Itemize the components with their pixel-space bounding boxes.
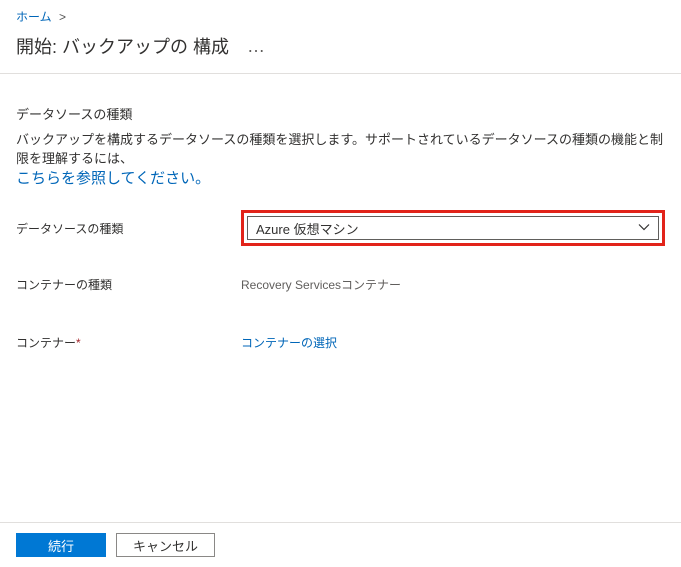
datasource-type-select[interactable]: Azure 仮想マシン <box>247 216 659 240</box>
breadcrumb: ホーム > <box>0 0 681 29</box>
page-title-row: 開始: バックアップの 構成 … <box>0 29 681 73</box>
chevron-down-icon <box>638 221 650 236</box>
breadcrumb-home-link[interactable]: ホーム <box>16 10 52 24</box>
more-actions-icon[interactable]: … <box>247 36 266 57</box>
section-description: バックアップを構成するデータソースの種類を選択します。サポートされているデータソ… <box>16 129 665 188</box>
datasource-selected-value: Azure 仮想マシン <box>256 219 359 238</box>
section-header: データソースの種類 <box>16 104 665 123</box>
cancel-button[interactable]: キャンセル <box>116 533 215 557</box>
breadcrumb-separator: > <box>59 10 66 24</box>
container-type-row: コンテナーの種類 Recovery Servicesコンテナー <box>0 270 681 298</box>
container-row: コンテナー* コンテナーの選択 <box>0 328 681 356</box>
continue-button[interactable]: 続行 <box>16 533 106 557</box>
container-type-label: コンテナーの種類 <box>16 276 241 293</box>
datasource-highlight-box: Azure 仮想マシン <box>241 210 665 246</box>
section-description-text: バックアップを構成するデータソースの種類を選択します。サポートされているデータソ… <box>16 132 663 166</box>
container-label: コンテナー* <box>16 334 241 351</box>
documentation-link[interactable]: こちらを参照してください。 <box>16 170 210 187</box>
container-label-text: コンテナー <box>16 336 76 350</box>
container-type-value: Recovery Servicesコンテナー <box>241 276 665 293</box>
datasource-type-label: データソースの種類 <box>16 220 241 237</box>
required-indicator: * <box>76 336 81 350</box>
page-title: 開始: バックアップの 構成 <box>16 33 229 59</box>
datasource-field-row: データソースの種類 Azure 仮想マシン <box>0 210 681 246</box>
datasource-section: データソースの種類 バックアップを構成するデータソースの種類を選択します。サポー… <box>0 74 681 188</box>
footer-bar: 続行 キャンセル <box>0 522 681 567</box>
container-select-link[interactable]: コンテナーの選択 <box>241 334 337 351</box>
